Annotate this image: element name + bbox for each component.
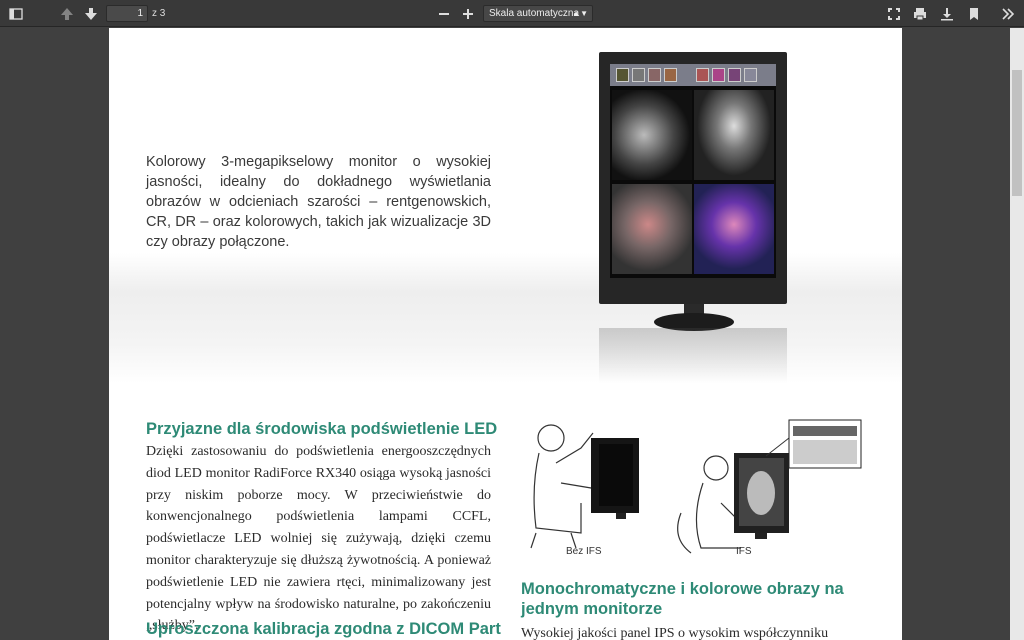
- more-tools-icon[interactable]: [998, 4, 1018, 24]
- fig-label-without-ifs: Bez IFS: [566, 546, 602, 557]
- print-icon[interactable]: [910, 4, 930, 24]
- fig-label-ifs: IFS: [736, 546, 752, 557]
- page-up-icon[interactable]: [57, 4, 77, 24]
- download-icon[interactable]: [937, 4, 957, 24]
- calibration-heading: Uproszczona kalibracja zgodna z DICOM Pa…: [146, 620, 501, 638]
- monitor-image: [599, 52, 787, 304]
- bookmark-icon[interactable]: [964, 4, 984, 24]
- pdf-page: Kolorowy 3-megapikselowy monitor o wysok…: [109, 28, 902, 640]
- led-paragraph: Dzięki zastosowaniu do podświetlenia ene…: [146, 444, 491, 634]
- document-viewer[interactable]: Kolorowy 3-megapikselowy monitor o wysok…: [0, 28, 1010, 640]
- page-number-input[interactable]: 1: [106, 5, 148, 22]
- zoom-select[interactable]: Skala automatyczna ▲▼: [483, 5, 593, 22]
- monitor-reflection: [599, 328, 787, 383]
- zoom-select-value: Skala automatyczna: [489, 8, 580, 19]
- zoom-in-icon[interactable]: [458, 4, 478, 24]
- scrollbar-thumb[interactable]: [1012, 70, 1022, 196]
- sidebar-toggle-icon[interactable]: [6, 4, 26, 24]
- mono-paragraph: Wysokiej jakości panel IPS o wysokim wsp…: [521, 626, 829, 640]
- zoom-out-icon[interactable]: [434, 4, 454, 24]
- page-down-icon[interactable]: [81, 4, 101, 24]
- intro-paragraph: Kolorowy 3-megapikselowy monitor o wysok…: [146, 154, 491, 250]
- monitor-screen: [610, 64, 776, 278]
- chevron-updown-icon: ▲▼: [572, 9, 588, 18]
- fullscreen-icon[interactable]: [884, 4, 904, 24]
- mono-heading: Monochromatyczne i kolorowe obrazy na je…: [521, 580, 844, 618]
- pdf-toolbar: 1 z 3 Skala automatyczna ▲▼: [0, 0, 1024, 27]
- led-heading: Przyjazne dla środowiska podświetlenie L…: [146, 420, 498, 438]
- thumbnail-strip: [610, 64, 776, 86]
- vertical-scrollbar[interactable]: [1010, 28, 1024, 640]
- ifs-illustration: [530, 419, 862, 554]
- page-count: z 3: [152, 8, 166, 19]
